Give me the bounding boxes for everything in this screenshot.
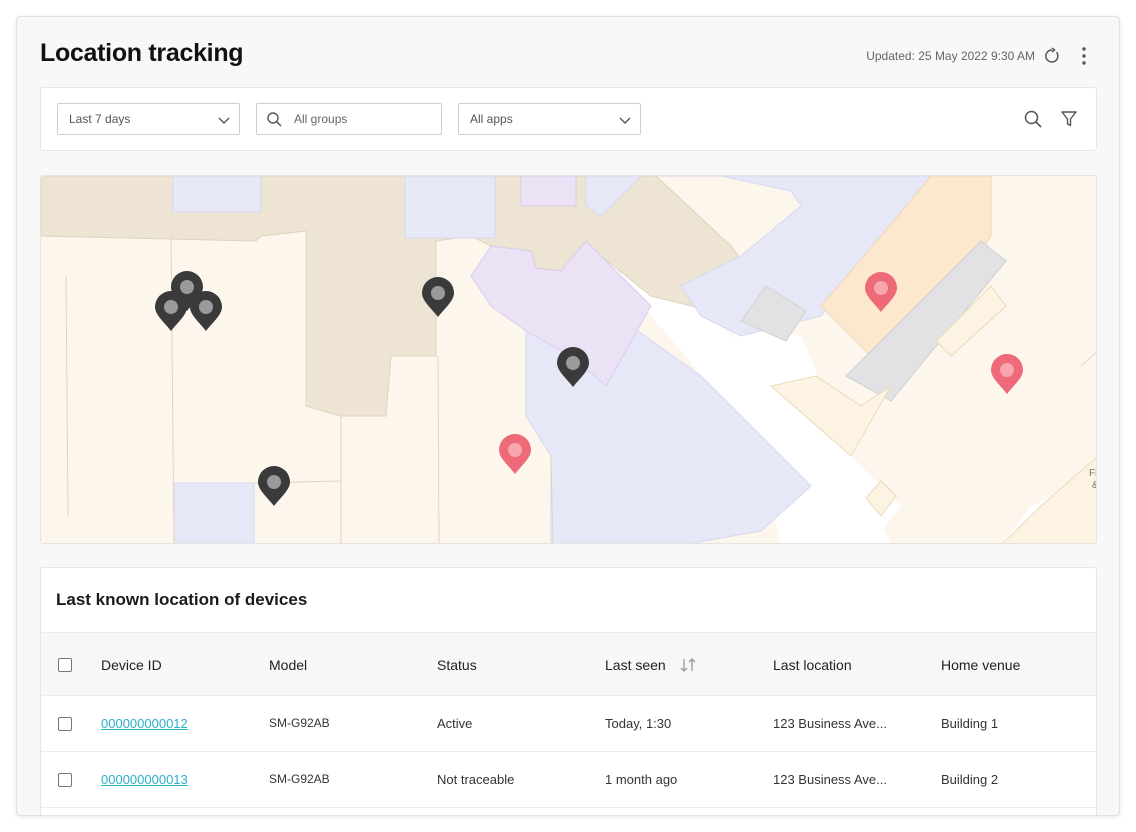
groups-search-input[interactable] (294, 112, 434, 126)
location-tracking-panel: Location tracking Updated: 25 May 2022 9… (16, 16, 1120, 816)
map-partial-label: Fi (1089, 468, 1097, 479)
date-range-dropdown[interactable]: Last 7 days (57, 103, 240, 135)
model-cell: SM-G92AB (269, 772, 330, 786)
home-venue-cell: Building 1 (941, 716, 999, 731)
filter-bar: Last 7 days All apps (40, 87, 1097, 151)
table-header: Device ID Model Status Last seen Last lo… (41, 632, 1096, 696)
column-status[interactable]: Status (437, 657, 477, 673)
location-map[interactable]: Fi & (40, 175, 1097, 544)
filter-icon[interactable] (1060, 110, 1078, 128)
map-canvas: Fi & (41, 176, 1097, 543)
column-home-venue[interactable]: Home venue (941, 657, 1020, 673)
refresh-icon[interactable] (1043, 47, 1061, 65)
column-model[interactable]: Model (269, 657, 307, 673)
status-cell: Active (437, 716, 473, 731)
last-location-cell: 123 Business Ave... (773, 716, 887, 731)
home-venue-cell: Building 2 (941, 772, 999, 787)
more-vertical-icon[interactable] (1075, 46, 1093, 66)
column-last-location[interactable]: Last location (773, 657, 852, 673)
sort-icon[interactable] (679, 657, 697, 673)
devices-table-card: Last known location of devices Device ID… (40, 567, 1097, 815)
apps-value: All apps (470, 112, 513, 126)
row-checkbox[interactable] (58, 773, 72, 787)
table-title: Last known location of devices (56, 590, 308, 609)
column-last-seen[interactable]: Last seen (605, 657, 666, 673)
select-all-checkbox[interactable] (58, 658, 72, 672)
status-cell: Not traceable (437, 772, 515, 787)
last-location-cell: 123 Business Ave... (773, 772, 887, 787)
search-icon (267, 112, 282, 127)
device-id-link[interactable]: 000000000012 (101, 716, 188, 731)
row-checkbox[interactable] (58, 717, 72, 731)
groups-search[interactable] (256, 103, 442, 135)
chevron-down-icon (619, 117, 631, 124)
model-cell: SM-G92AB (269, 716, 330, 730)
last-seen-cell: 1 month ago (605, 772, 678, 787)
page-title: Location tracking (40, 39, 244, 67)
apps-dropdown[interactable]: All apps (458, 103, 641, 135)
search-icon[interactable] (1024, 110, 1042, 128)
table-row[interactable]: 000000000012 SM-G92AB Active Today, 1:30… (41, 696, 1096, 752)
column-device-id[interactable]: Device ID (101, 657, 162, 673)
map-partial-label: & (1092, 480, 1097, 491)
last-seen-cell: Today, 1:30 (605, 716, 672, 731)
table-row[interactable]: 000000000013 SM-G92AB Not traceable 1 mo… (41, 752, 1096, 808)
updated-timestamp: Updated: 25 May 2022 9:30 AM (866, 49, 1035, 63)
device-id-link[interactable]: 000000000013 (101, 772, 188, 787)
date-range-value: Last 7 days (69, 112, 131, 126)
chevron-down-icon (218, 117, 230, 124)
